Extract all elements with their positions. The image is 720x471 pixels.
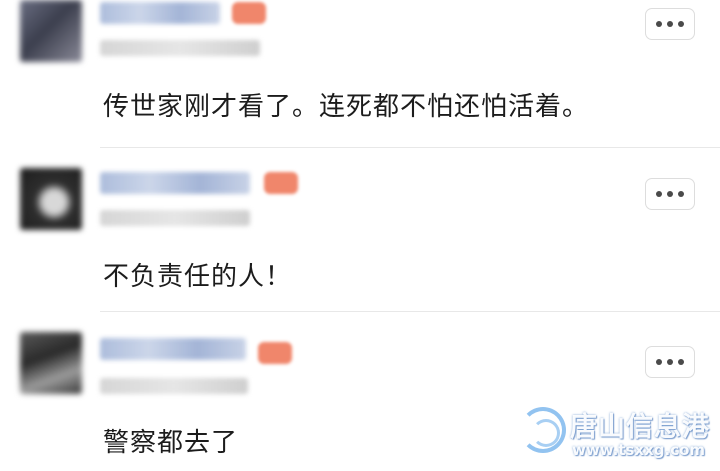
comment-meta-blurred [100, 210, 250, 226]
level-badge-icon [258, 342, 292, 364]
more-horizontal-icon [656, 359, 662, 365]
avatar[interactable] [20, 332, 82, 394]
comment-item: 不负责任的人！ [0, 152, 720, 312]
more-horizontal-icon [656, 191, 662, 197]
watermark-url: www.tsxxg.com [572, 441, 706, 459]
more-options-button[interactable] [645, 178, 695, 210]
comment-meta-blurred [100, 40, 260, 56]
more-options-button[interactable] [645, 8, 695, 40]
commenter-name-blurred[interactable] [100, 172, 250, 194]
more-dot [667, 191, 673, 197]
comment-meta-blurred [100, 378, 248, 394]
site-watermark: 唐山信息港 www.tsxxg.com [520, 401, 710, 463]
divider [100, 147, 720, 148]
more-horizontal-icon [656, 21, 662, 27]
more-dot [667, 21, 673, 27]
more-options-button[interactable] [645, 346, 695, 378]
comment-text: 警察都去了 [103, 428, 239, 458]
comment-text: 不负责任的人！ [103, 262, 293, 292]
more-dot [678, 191, 684, 197]
divider [100, 311, 720, 312]
commenter-name-blurred[interactable] [100, 2, 220, 24]
wave-logo-icon [520, 407, 566, 453]
more-dot [678, 359, 684, 365]
avatar[interactable] [20, 168, 82, 230]
more-dot [667, 359, 673, 365]
comment-item: 传世家刚才看了。连死都不怕还怕活着。 [0, 0, 720, 148]
level-badge-icon [232, 2, 266, 24]
level-badge-icon [264, 172, 298, 194]
commenter-name-blurred[interactable] [100, 338, 246, 360]
avatar[interactable] [20, 0, 82, 62]
more-dot [678, 21, 684, 27]
watermark-title: 唐山信息港 [570, 412, 710, 443]
comment-text: 传世家刚才看了。连死都不怕还怕活着。 [103, 92, 590, 122]
